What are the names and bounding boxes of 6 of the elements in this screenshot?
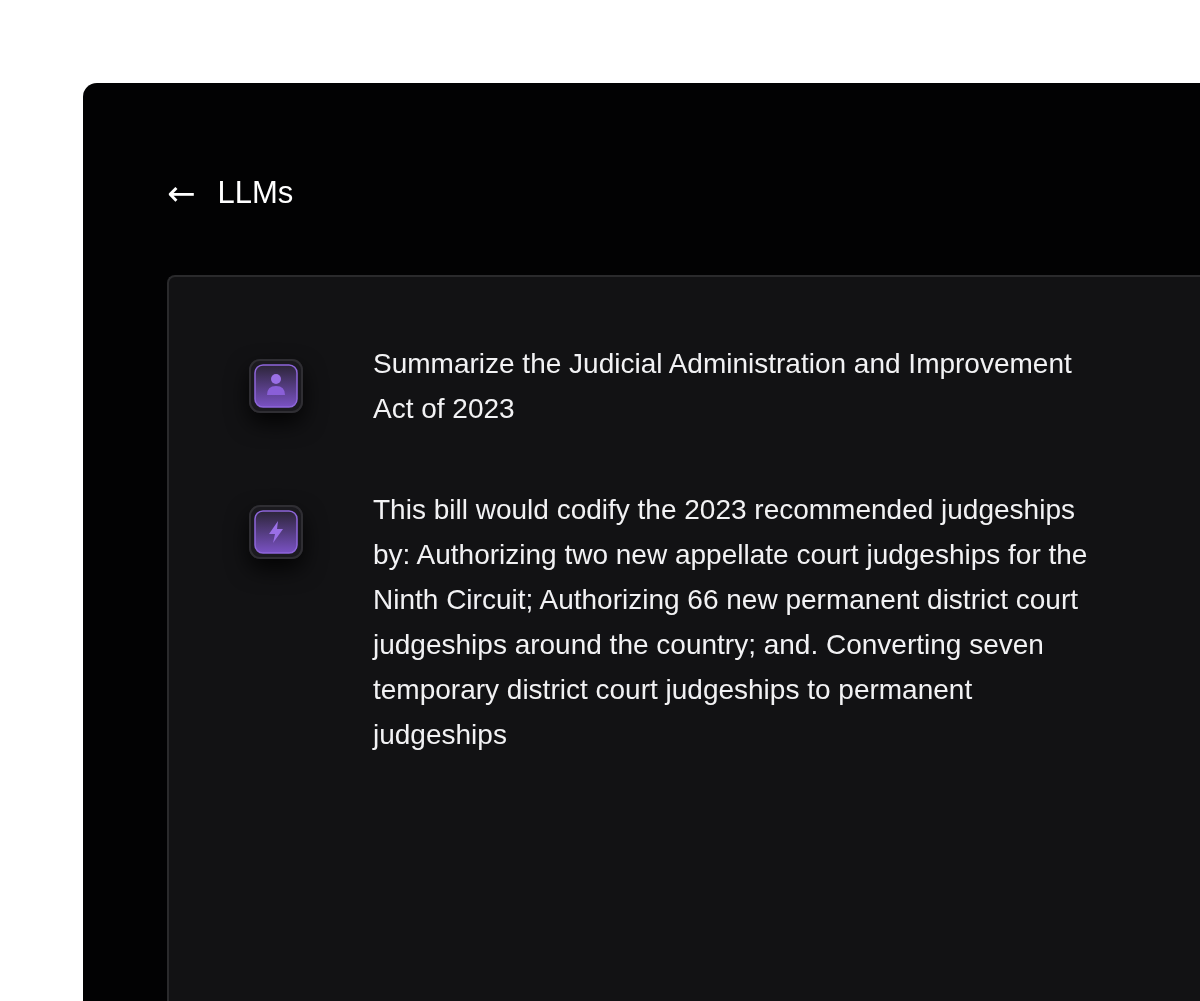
lightning-icon — [254, 510, 298, 554]
page-title: LLMs — [217, 175, 294, 211]
message-text: Summarize the Judicial Administration and Improvement Act of 2023 — [373, 347, 1073, 426]
message-text: This bill would codify the 2023 recommended judgeships by: Authorizing two new appellate court judgeships for the Ninth Circuit; Authorizing 66 new permanent district court judgeships around the country; and. Converting seven temporary district court judgeships to permanent judgeships — [373, 493, 1089, 752]
back-button[interactable]: ← — [167, 176, 196, 210]
user-icon — [254, 364, 298, 408]
